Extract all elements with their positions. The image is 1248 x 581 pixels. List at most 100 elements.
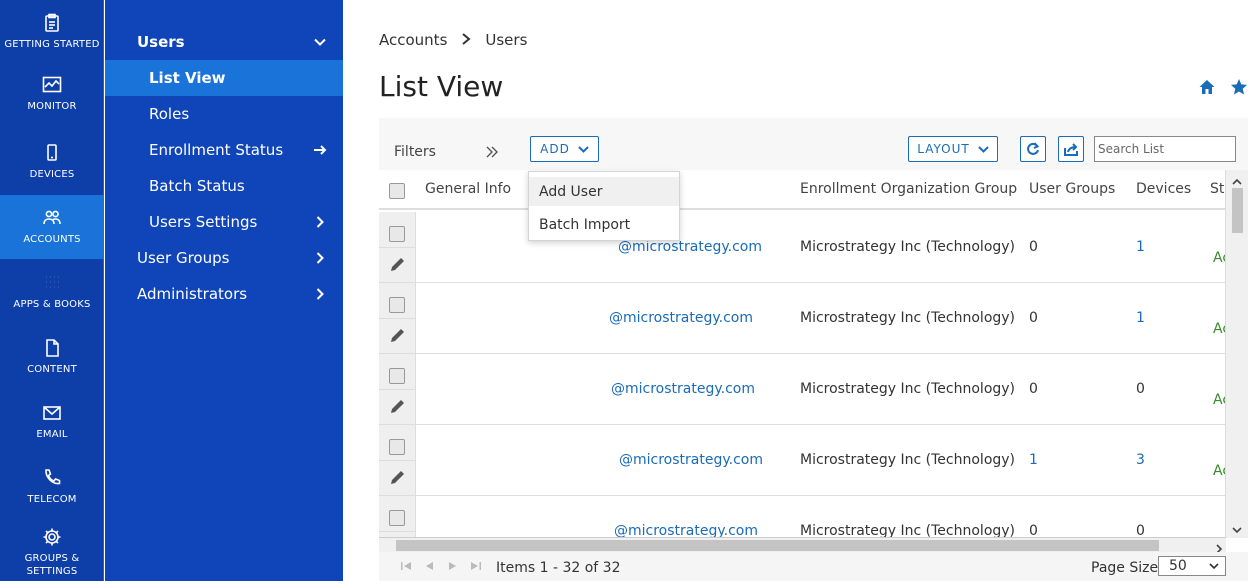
user-email[interactable]: @microstrategy.com	[611, 381, 755, 397]
subnav-administrators[interactable]: Administrators	[105, 276, 343, 312]
table-row[interactable]: @microstrategy.com Microstrategy Inc (Te…	[379, 212, 1230, 283]
subnav-enrollment-status-label: Enrollment Status	[149, 141, 284, 159]
vertical-scrollbar[interactable]	[1225, 170, 1248, 538]
layout-button[interactable]: LAYOUT	[908, 136, 998, 162]
chevron-down-icon	[1209, 563, 1219, 570]
home-icon[interactable]	[1198, 78, 1216, 96]
select-all-checkbox[interactable]	[389, 183, 405, 199]
row-checkbox[interactable]	[389, 439, 405, 455]
rail-item-devices[interactable]: DEVICES	[0, 130, 104, 194]
subnav-user-groups-label: User Groups	[137, 249, 230, 267]
subnav-users[interactable]: Users	[105, 24, 343, 60]
row-actions	[379, 212, 416, 282]
rail-item-telecom[interactable]: TELECOM	[0, 455, 104, 519]
menu-item-label: Add User	[539, 183, 603, 200]
pencil-icon[interactable]	[389, 468, 407, 486]
column-devices[interactable]: Devices	[1136, 181, 1191, 197]
export-button[interactable]	[1058, 136, 1084, 162]
table-row[interactable]: @microstrategy.com Microstrategy Inc (Te…	[379, 496, 1226, 538]
star-icon[interactable]	[1230, 78, 1248, 96]
filters-label[interactable]: Filters	[394, 144, 436, 160]
table-row[interactable]: @microstrategy.com Microstrategy Inc (Te…	[379, 354, 1230, 425]
subnav-users-settings[interactable]: Users Settings	[105, 204, 343, 240]
devices-cell[interactable]: 1	[1136, 310, 1145, 326]
user-email[interactable]: @microstrategy.com	[609, 310, 753, 326]
double-chevron-right-icon[interactable]	[486, 143, 498, 162]
subnav-batch-status[interactable]: Batch Status	[105, 168, 343, 204]
breadcrumb-users[interactable]: Users	[485, 31, 527, 49]
rail-item-groups-settings[interactable]: GROUPS & SETTINGS	[0, 520, 104, 581]
row-checkbox[interactable]	[389, 368, 405, 384]
scrollbar-thumb[interactable]	[1232, 188, 1243, 233]
last-page-icon[interactable]	[470, 561, 481, 571]
rail-item-content[interactable]: CONTENT	[0, 325, 104, 389]
search-input[interactable]	[1094, 136, 1236, 162]
subnav-administrators-label: Administrators	[137, 285, 248, 303]
rail-item-monitor[interactable]: MONITOR	[0, 62, 104, 126]
page-size-select[interactable]: 50	[1158, 556, 1226, 576]
pager: Items 1 - 32 of 32 Page Size: 50	[379, 552, 1248, 581]
add-button[interactable]: ADD	[530, 136, 599, 162]
row-checkbox[interactable]	[389, 297, 405, 313]
rail-label: EMAIL	[36, 429, 68, 440]
chevron-down-icon	[305, 24, 335, 60]
chevron-down-icon[interactable]	[1231, 520, 1243, 534]
devices-cell: 0	[1136, 523, 1145, 538]
breadcrumb-accounts[interactable]: Accounts	[379, 31, 447, 49]
pencil-icon[interactable]	[389, 397, 407, 415]
rail-item-accounts[interactable]: ACCOUNTS	[0, 195, 104, 259]
first-page-icon[interactable]	[401, 561, 412, 571]
user-groups-cell: 0	[1029, 239, 1038, 255]
user-groups-cell: 0	[1029, 523, 1038, 538]
list-toolbar: Filters ADD LAYOUT	[379, 118, 1248, 170]
chevron-up-icon[interactable]	[1231, 172, 1243, 185]
menu-item-add-user[interactable]: Add User	[529, 177, 679, 206]
table-row[interactable]: @microstrategy.com Microstrategy Inc (Te…	[379, 283, 1230, 354]
user-email[interactable]: @microstrategy.com	[614, 523, 758, 538]
user-email[interactable]: @microstrategy.com	[618, 239, 762, 255]
refresh-button[interactable]	[1020, 136, 1046, 162]
column-org-group[interactable]: Enrollment Organization Group	[800, 181, 1017, 197]
devices-cell: 0	[1136, 381, 1145, 397]
rail-item-apps-books[interactable]: APPS & BOOKS	[0, 260, 104, 324]
grid-dots-icon	[46, 275, 59, 289]
table-header: General Info Enrollment Organization Gro…	[379, 170, 1248, 210]
subnav-enrollment-status[interactable]: Enrollment Status	[105, 132, 343, 168]
page-size-value: 50	[1169, 558, 1187, 574]
rail-item-getting-started[interactable]: GETTING STARTED	[0, 0, 104, 64]
menu-item-batch-import[interactable]: Batch Import	[529, 210, 679, 239]
pencil-icon[interactable]	[389, 255, 407, 273]
subnav-roles[interactable]: Roles	[105, 96, 343, 132]
telephone-icon	[45, 469, 61, 485]
row-actions	[379, 283, 416, 353]
primary-nav-rail: GETTING STARTED MONITOR DEVICES ACCOUNTS…	[0, 0, 104, 581]
devices-cell[interactable]: 1	[1136, 239, 1145, 255]
devices-cell[interactable]: 3	[1136, 452, 1145, 468]
subnav-users-label: Users	[137, 33, 185, 51]
row-checkbox[interactable]	[389, 226, 405, 242]
user-email[interactable]: @microstrategy.com	[619, 452, 763, 468]
rail-item-email[interactable]: EMAIL	[0, 390, 104, 454]
column-status[interactable]: St	[1210, 181, 1224, 197]
users-table: General Info Enrollment Organization Gro…	[379, 170, 1248, 538]
subnav-user-groups[interactable]: User Groups	[105, 240, 343, 276]
subnav-list-view[interactable]: List View	[105, 60, 343, 96]
previous-page-icon[interactable]	[424, 561, 435, 571]
add-button-label: ADD	[540, 142, 570, 156]
column-user-groups[interactable]: User Groups	[1029, 181, 1115, 197]
row-checkbox[interactable]	[389, 510, 405, 526]
pencil-icon[interactable]	[389, 326, 407, 344]
next-page-icon[interactable]	[447, 561, 458, 571]
row-actions	[379, 496, 416, 538]
scrollbar-thumb[interactable]	[396, 540, 1159, 551]
menu-item-label: Batch Import	[539, 216, 631, 233]
user-groups-cell[interactable]: 1	[1029, 452, 1038, 468]
column-general-info[interactable]: General Info	[425, 181, 511, 197]
horizontal-scrollbar[interactable]	[379, 537, 1226, 554]
gear-icon	[43, 528, 61, 545]
subnav-roles-label: Roles	[149, 105, 190, 123]
table-row[interactable]: @microstrategy.com Microstrategy Inc (Te…	[379, 425, 1230, 496]
org-group-cell: Microstrategy Inc (Technology)	[800, 381, 1016, 397]
monitor-chart-icon	[42, 76, 62, 93]
export-icon	[1064, 143, 1078, 156]
